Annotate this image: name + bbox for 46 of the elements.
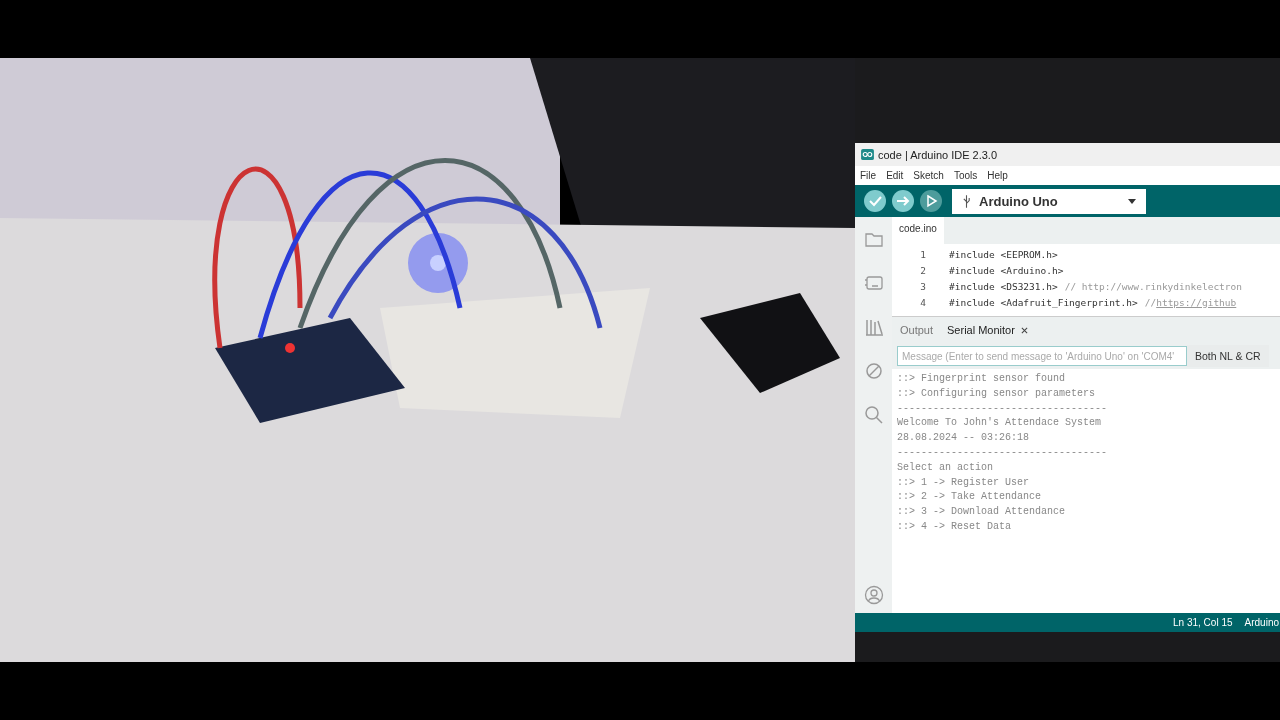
app-logo-icon <box>861 149 874 160</box>
code-comment: // <box>1144 296 1157 308</box>
serial-output-line: ::> 4 -> Reset Data <box>897 520 1013 534</box>
code-comment: // http://www.rinkydinkelectron <box>1064 280 1242 292</box>
menu-item[interactable]: Help <box>987 170 1008 181</box>
verify-button[interactable] <box>864 190 886 212</box>
serial-output-line: ----------------------------------- <box>897 447 1109 460</box>
board-icon[interactable] <box>863 273 884 293</box>
account-icon[interactable] <box>863 585 884 605</box>
menu-item[interactable]: File <box>860 170 877 181</box>
cursor-position: Ln 31, Col 15 <box>1173 617 1233 628</box>
menu-item[interactable]: Tools <box>953 170 978 181</box>
panel-tab[interactable]: Output <box>900 324 934 336</box>
code-text: #include <DS3231.h> <box>949 280 1058 292</box>
serial-output-line: ::> Fingerprint sensor found <box>897 373 1067 386</box>
line-number: 4 <box>919 296 926 308</box>
menu-item[interactable]: Sketch <box>913 170 944 181</box>
serial-output-line: ::> 2 -> Take Attendance <box>897 491 1043 505</box>
code-text: #include <Arduino.h> <box>949 264 1064 276</box>
message-field[interactable]: Message (Enter to send message to 'Arduino Uno' on 'COM4' <box>897 346 1187 366</box>
serial-output-line: Welcome To John's Attendace System <box>897 417 1103 431</box>
menu-item[interactable]: Edit <box>886 170 904 181</box>
usb-icon <box>962 194 971 208</box>
line-ending-dropdown[interactable]: Both NL & CR <box>1187 345 1269 367</box>
line-number: 3 <box>919 280 926 292</box>
search-icon[interactable] <box>863 405 884 425</box>
status-board: Arduino <box>1244 617 1279 628</box>
board-selector[interactable]: Arduino Uno <box>952 188 1146 214</box>
code-text: #include <Adafruit_Fingerprint.h> <box>949 296 1138 308</box>
serial-output-line: ::> 1 -> Register User <box>897 476 1031 490</box>
close-icon[interactable] <box>1020 326 1028 334</box>
file-tab[interactable]: code.ino <box>892 217 944 244</box>
window-title: code | Arduino IDE 2.3.0 <box>878 148 998 161</box>
caret-icon <box>1128 198 1136 204</box>
serial-output-line: Select an action <box>897 461 994 475</box>
panel-tab[interactable]: Serial Monitor <box>947 324 1028 336</box>
serial-output-line: ----------------------------------- <box>897 402 1109 416</box>
line-number: 2 <box>919 264 926 276</box>
serial-output-line: ::> 3 -> Download Attendance <box>897 506 1067 520</box>
library-icon[interactable] <box>863 317 884 337</box>
code-text: #include <EEPROM.h> <box>949 248 1058 260</box>
no-entry-icon[interactable] <box>863 361 884 381</box>
upload-button[interactable] <box>892 190 914 212</box>
line-number: 1 <box>919 248 926 260</box>
serial-output-line: ::> Configuring sensor parameters <box>897 387 1097 401</box>
serial-output-line: 28.08.2024 -- 03:26:18 <box>897 432 1031 446</box>
